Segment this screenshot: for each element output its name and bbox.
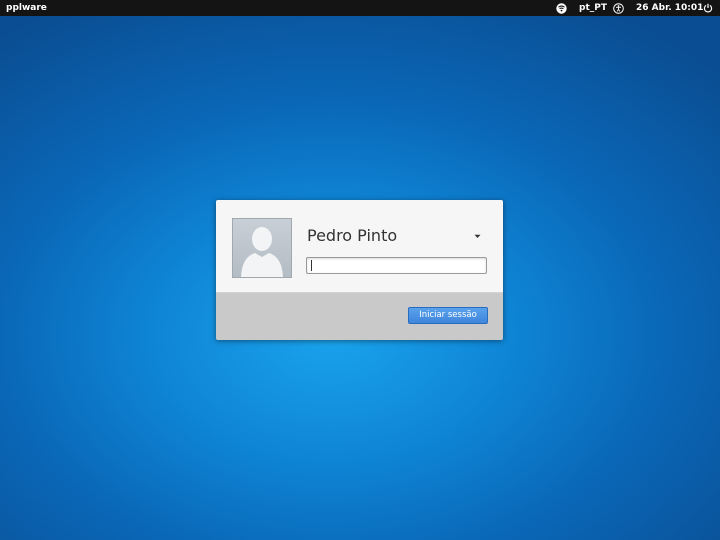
accessibility-icon[interactable] [613,0,624,16]
language-indicator[interactable]: pt_PT [579,0,607,16]
login-user-panel: Pedro Pinto [216,200,503,293]
top-panel: pplware pt_PT 26 Abr. 10:01 [0,0,720,16]
power-icon[interactable] [703,0,713,16]
username-label: Pedro Pinto [307,226,398,245]
network-icon[interactable] [556,0,567,16]
mouse-pointer-icon [571,535,578,540]
chevron-down-icon[interactable] [472,231,482,241]
login-button[interactable]: Iniciar sessão [408,307,488,324]
login-action-bar: Iniciar sessão [216,293,503,340]
hostname-label: pplware [6,3,47,13]
text-caret [311,260,312,271]
login-dialog: Pedro Pinto Iniciar sessão [216,200,503,340]
user-silhouette-icon [241,227,283,277]
clock[interactable]: 26 Abr. 10:01 [636,0,703,16]
password-field[interactable] [306,257,487,274]
avatar [232,218,292,278]
